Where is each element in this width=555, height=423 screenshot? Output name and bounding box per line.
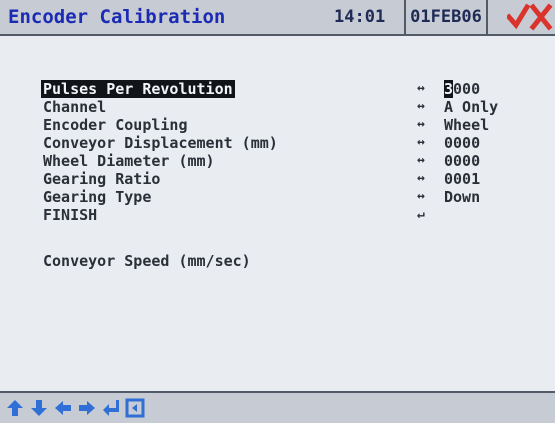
param-row-channel[interactable]: Channel ↔ A Only [43, 98, 543, 116]
arrow-up-icon[interactable] [4, 397, 26, 419]
status-icons [505, 0, 555, 34]
param-value-encoder-coupling[interactable]: Wheel [444, 116, 489, 134]
param-row-gearing-ratio[interactable]: Gearing Ratio ↔ 0001 [43, 170, 543, 188]
param-row-wheel-diameter[interactable]: Wheel Diameter (mm) ↔ 0000 [43, 152, 543, 170]
clock-time: 14:01 [334, 7, 386, 27]
param-row-pulses-per-revolution[interactable]: Pulses Per Revolution ↔ 3000 [41, 80, 543, 98]
value-rest: 000 [453, 80, 481, 98]
param-label-wheel-diameter: Wheel Diameter (mm) [43, 152, 215, 170]
enter-icon[interactable] [100, 397, 122, 419]
param-value-wheel-diameter[interactable]: 0000 [444, 152, 480, 170]
value-cursor: 3 [444, 80, 454, 98]
param-label-conveyor-displacement: Conveyor Displacement (mm) [43, 134, 278, 152]
page-title: Encoder Calibration [8, 6, 226, 28]
x-icon [529, 3, 553, 31]
param-row-gearing-type[interactable]: Gearing Type ↔ Down [43, 188, 543, 206]
param-value-gearing-ratio[interactable]: 0001 [444, 170, 480, 188]
check-icon[interactable] [507, 3, 553, 31]
param-label-gearing-ratio: Gearing Ratio [43, 170, 161, 188]
param-value-pulses-per-revolution[interactable]: 3000 [444, 80, 480, 98]
arrow-right-icon[interactable] [76, 397, 98, 419]
adjust-arrow-icon: ↔ [417, 189, 425, 204]
param-label-encoder-coupling: Encoder Coupling [43, 116, 188, 134]
enter-icon: ↵ [417, 207, 425, 222]
calibration-form: Pulses Per Revolution ↔ 3000 Channel ↔ A… [0, 36, 555, 391]
conveyor-speed-readout: Conveyor Speed (mm/sec) [43, 252, 251, 270]
param-row-conveyor-displacement[interactable]: Conveyor Displacement (mm) ↔ 0000 [43, 134, 543, 152]
finish-label: FINISH [43, 206, 98, 224]
param-row-encoder-coupling[interactable]: Encoder Coupling ↔ Wheel [43, 116, 543, 134]
finish-row[interactable]: FINISH ↵ [43, 206, 543, 224]
param-label-gearing-type: Gearing Type [43, 188, 152, 206]
navigation-bar [0, 391, 555, 423]
encoder-calibration-screen: Encoder Calibration 14:01 01FEB06 Pulses… [0, 0, 555, 423]
param-label-channel: Channel [43, 98, 107, 116]
adjust-arrow-icon: ↔ [417, 171, 425, 186]
clock-date: 01FEB06 [404, 0, 488, 35]
adjust-arrow-icon: ↔ [417, 81, 425, 96]
param-value-channel[interactable]: A Only [444, 98, 498, 116]
title-bar: Encoder Calibration 14:01 01FEB06 [0, 0, 555, 36]
adjust-arrow-icon: ↔ [417, 117, 425, 132]
exit-icon[interactable] [124, 397, 146, 419]
param-value-conveyor-displacement[interactable]: 0000 [444, 134, 480, 152]
param-value-gearing-type[interactable]: Down [444, 188, 480, 206]
param-label-pulses-per-revolution: Pulses Per Revolution [41, 80, 235, 98]
arrow-down-icon[interactable] [28, 397, 50, 419]
adjust-arrow-icon: ↔ [417, 135, 425, 150]
adjust-arrow-icon: ↔ [417, 99, 425, 114]
arrow-left-icon[interactable] [52, 397, 74, 419]
adjust-arrow-icon: ↔ [417, 153, 425, 168]
